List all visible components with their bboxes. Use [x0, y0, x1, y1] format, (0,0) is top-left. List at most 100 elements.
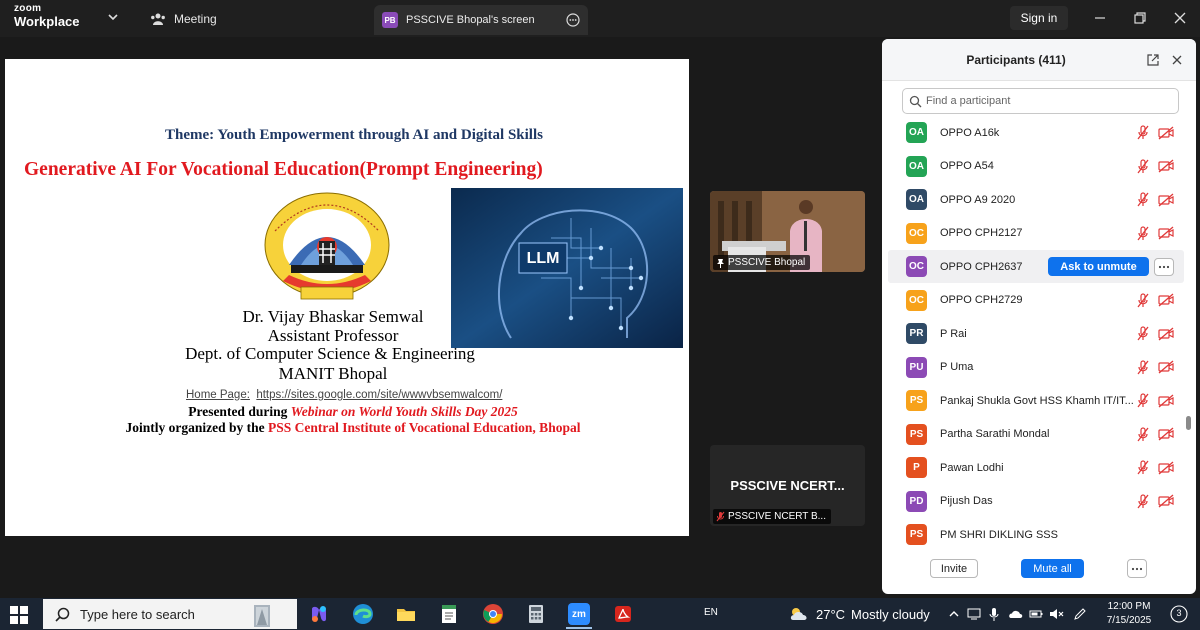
sign-in-button[interactable]: Sign in: [1010, 6, 1068, 30]
invite-button[interactable]: Invite: [930, 559, 978, 578]
more-options-icon[interactable]: [566, 13, 580, 27]
acrobat-pdf-icon[interactable]: [612, 603, 634, 625]
participant-row[interactable]: PD Pijush Das: [888, 485, 1184, 518]
video-off-icon[interactable]: [1158, 293, 1174, 307]
participant-list-scrollbar[interactable]: [1186, 416, 1191, 430]
chevron-up-icon[interactable]: [946, 606, 962, 622]
mic-muted-icon[interactable]: [1136, 460, 1150, 475]
tab-shared-screen-label: PSSCIVE Bhopal's screen: [406, 14, 535, 26]
clock-date: 7/15/2025: [1106, 615, 1152, 626]
participant-row[interactable]: PS PM SHRI DIKLING SSS: [888, 518, 1184, 548]
mic-muted-icon[interactable]: [1136, 192, 1150, 207]
participants-more-button[interactable]: [1127, 559, 1147, 578]
video-off-icon[interactable]: [1158, 327, 1174, 341]
participant-row[interactable]: OA OPPO A54: [888, 150, 1184, 183]
chevron-down-icon[interactable]: [106, 10, 120, 24]
participant-search[interactable]: [902, 88, 1179, 114]
input-language[interactable]: EN: [704, 607, 718, 618]
mic-muted-icon[interactable]: [1136, 292, 1150, 308]
zoom-workplace-logo: zoom Workplace: [14, 3, 80, 29]
mic-muted-icon[interactable]: [1136, 393, 1150, 408]
jointly-prefix: Jointly organized by the: [125, 420, 269, 435]
video-tile-name: PSSCIVE Bhopal: [728, 257, 806, 268]
brand-small: zoom: [14, 3, 42, 14]
copilot-icon[interactable]: [308, 603, 330, 625]
pen-icon[interactable]: [1072, 606, 1088, 622]
file-explorer-icon[interactable]: [395, 603, 417, 625]
windows-start-icon[interactable]: [10, 606, 28, 624]
participant-row[interactable]: PS Partha Sarathi Mondal: [888, 418, 1184, 451]
video-off-icon[interactable]: [1158, 159, 1174, 173]
participant-search-input[interactable]: [926, 95, 1166, 107]
video-off-icon[interactable]: [1158, 394, 1174, 408]
video-off-icon[interactable]: [1158, 494, 1174, 508]
mic-muted-icon[interactable]: [1136, 493, 1150, 509]
participants-panel: Participants (411) OA OPPO A16k OA OPPO …: [882, 39, 1196, 594]
speaker-muted-icon[interactable]: [1048, 606, 1064, 622]
microphone-icon[interactable]: [986, 606, 1002, 622]
ellipsis-icon: [1158, 265, 1170, 268]
video-tile-psscive-bhopal[interactable]: PSSCIVE Bhopal: [710, 191, 865, 272]
taskbar-search-box[interactable]: Type here to search: [43, 599, 297, 629]
zoom-active-indicator: [566, 627, 592, 629]
onedrive-cloud-icon[interactable]: [1008, 606, 1024, 622]
battery-icon[interactable]: [1028, 606, 1044, 622]
participant-row[interactable]: PR P Rai: [888, 317, 1184, 350]
weather-widget[interactable]: 27°C Mostly cloudy: [788, 606, 930, 622]
participant-name: Pawan Lodhi: [940, 461, 1004, 474]
tab-meeting[interactable]: Meeting: [150, 9, 217, 29]
mic-muted-icon[interactable]: [1136, 158, 1150, 174]
homepage-link[interactable]: https://sites.google.com/site/wwwvbsemwa…: [256, 389, 502, 401]
zoom-taskbar-icon[interactable]: zm: [568, 603, 590, 625]
calculator-icon[interactable]: [525, 603, 547, 625]
participant-name: P Rai: [940, 327, 967, 340]
participant-row[interactable]: OC OPPO CPH2127: [888, 217, 1184, 250]
restore-icon[interactable]: [1130, 8, 1150, 28]
participant-row[interactable]: OA OPPO A16k: [888, 116, 1184, 149]
mic-muted-icon[interactable]: [1136, 125, 1150, 140]
participant-more-button[interactable]: [1154, 257, 1174, 276]
close-window-icon[interactable]: [1170, 8, 1190, 28]
video-off-icon[interactable]: [1158, 226, 1174, 240]
mic-muted-icon[interactable]: [1136, 225, 1150, 241]
shared-screen-slide: Theme: Youth Empowerment through AI and …: [5, 59, 689, 536]
mic-muted-icon: [716, 511, 725, 522]
participant-avatar: OA: [906, 122, 927, 143]
llm-image-label: LLM: [527, 250, 560, 267]
search-icon: [909, 95, 922, 107]
chrome-browser-icon[interactable]: [482, 603, 504, 625]
weather-temp: 27°C: [816, 606, 846, 622]
video-off-icon[interactable]: [1158, 360, 1174, 374]
participant-row[interactable]: P Pawan Lodhi: [888, 451, 1184, 484]
search-icon: [55, 607, 70, 622]
popout-icon[interactable]: [1146, 53, 1160, 67]
mic-muted-icon[interactable]: [1136, 326, 1150, 341]
close-icon[interactable]: [1170, 53, 1184, 67]
video-off-icon[interactable]: [1158, 126, 1174, 140]
jointly-org: PSS Central Institute of Vocational Educ…: [268, 420, 581, 435]
participant-row[interactable]: OA OPPO A9 2020: [888, 183, 1184, 216]
notepad-icon[interactable]: [438, 603, 460, 625]
mic-muted-icon[interactable]: [1136, 359, 1150, 375]
participant-row[interactable]: PU P Uma: [888, 351, 1184, 384]
minimize-icon[interactable]: [1090, 8, 1110, 28]
edge-browser-icon[interactable]: [352, 603, 374, 625]
participant-name: P Uma: [940, 361, 974, 373]
tab-shared-screen[interactable]: PB PSSCIVE Bhopal's screen: [374, 5, 588, 35]
mute-all-button[interactable]: Mute all: [1021, 559, 1084, 578]
system-clock[interactable]: 12:00 PM 7/15/2025: [1100, 600, 1158, 628]
video-off-icon[interactable]: [1158, 193, 1174, 207]
video-off-icon[interactable]: [1158, 461, 1174, 475]
participant-avatar: PU: [906, 356, 927, 378]
video-tile-label: PSSCIVE Bhopal: [713, 255, 811, 270]
ask-to-unmute-button[interactable]: Ask to unmute: [1048, 257, 1149, 276]
notification-count: 3: [1176, 608, 1182, 618]
monitor-icon[interactable]: [966, 606, 982, 622]
participant-row[interactable]: PS Pankaj Shukla Govt HSS Khamh IT/IT...: [888, 384, 1184, 417]
mic-muted-icon[interactable]: [1136, 426, 1150, 442]
notification-center[interactable]: 3: [1170, 605, 1188, 623]
participant-row-hovered[interactable]: OC OPPO CPH2637 Ask to unmute: [888, 250, 1184, 283]
video-off-icon[interactable]: [1158, 427, 1174, 441]
participant-row[interactable]: OC OPPO CPH2729: [888, 284, 1184, 317]
video-tile-psscive-ncert[interactable]: PSSCIVE NCERT... PSSCIVE NCERT B...: [710, 445, 865, 526]
